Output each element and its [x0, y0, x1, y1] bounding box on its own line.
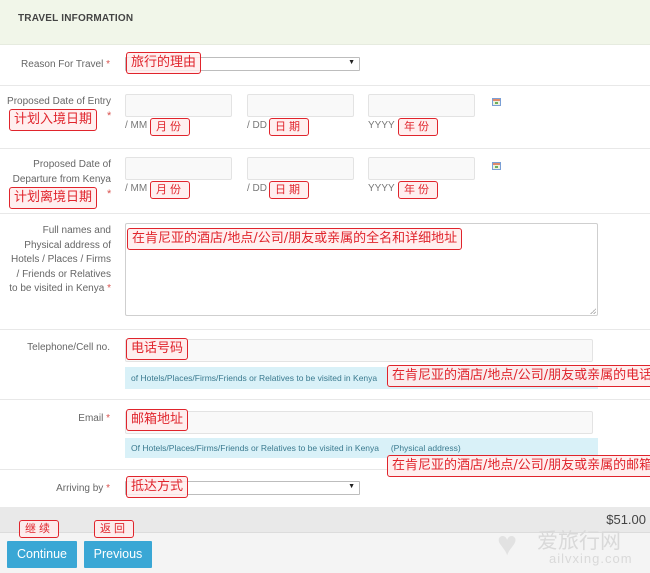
departure-month-sub: / MM: [125, 183, 148, 194]
dropdown-arrow-icon: ▼: [348, 59, 355, 66]
arriving-annotation: 抵达方式: [126, 476, 189, 498]
heart-logo-icon: ♥: [497, 525, 518, 563]
arriving-row: Arriving by * ▼ 抵达方式: [0, 470, 650, 507]
departure-date-annotation: 计划离境日期: [9, 187, 98, 209]
entry-date-annotation: 计划入境日期: [9, 109, 98, 131]
email-row: Email * 邮箱地址 Of Hotels/Places/Firms/Frie…: [0, 400, 650, 477]
calendar-icon[interactable]: [492, 162, 501, 170]
arriving-label: Arriving by *: [56, 483, 110, 494]
entry-date-label: Proposed Date of Entry: [7, 96, 111, 107]
entry-month-annotation: 月份: [150, 118, 190, 136]
required-marker: *: [106, 483, 110, 494]
entry-year-sub: YYYY: [368, 120, 395, 131]
entry-day-annotation: 日期: [269, 118, 309, 136]
departure-year-sub: YYYY: [368, 183, 395, 194]
required-marker: *: [107, 110, 112, 122]
email-input[interactable]: [125, 411, 593, 434]
departure-month-input[interactable]: [125, 157, 232, 180]
departure-year-annotation: 年份: [398, 181, 438, 199]
required-marker: *: [106, 59, 110, 70]
reason-row: Reason For Travel * ▼ 旅行的理由: [0, 45, 650, 86]
entry-year-input[interactable]: [368, 94, 475, 117]
telephone-annotation: 电话号码: [126, 338, 189, 360]
dropdown-arrow-icon: ▼: [348, 483, 355, 490]
entry-year-annotation: 年份: [398, 118, 438, 136]
entry-day-input[interactable]: [247, 94, 354, 117]
departure-month-annotation: 月份: [150, 181, 190, 199]
departure-day-annotation: 日期: [269, 181, 309, 199]
calendar-icon[interactable]: [492, 98, 501, 106]
section-header: TRAVEL INFORMATION: [0, 0, 650, 45]
departure-day-sub: / DD: [247, 183, 267, 194]
email-annotation: 邮箱地址: [126, 409, 189, 431]
continue-button[interactable]: Continue: [7, 541, 77, 568]
previous-annotation: 返回: [94, 520, 134, 538]
departure-date-row: Proposed Date of Departure from Kenya * …: [0, 149, 650, 214]
telephone-row: Telephone/Cell no. 电话号码 of Hotels/Places…: [0, 330, 650, 400]
reason-annotation: 旅行的理由: [126, 52, 202, 74]
section-title: TRAVEL INFORMATION: [18, 13, 134, 24]
departure-date-label: Proposed Date of Departure from Kenya: [12, 159, 111, 185]
telephone-label: Telephone/Cell no.: [27, 342, 110, 353]
entry-date-row: Proposed Date of Entry * 计划入境日期 / MM 月份 …: [0, 86, 650, 149]
address-annotation: 在肯尼亚的酒店/地点/公司/朋友或亲属的全名和详细地址: [127, 228, 463, 250]
telephone-help-annotation: 在肯尼亚的酒店/地点/公司/朋友或亲属的电话: [387, 365, 650, 387]
required-marker: *: [107, 188, 112, 200]
address-row: Full names and Physical address of Hotel…: [0, 214, 650, 330]
email-label: Email *: [78, 413, 110, 424]
entry-month-sub: / MM: [125, 120, 148, 131]
continue-annotation: 继续: [19, 520, 59, 538]
departure-day-input[interactable]: [247, 157, 354, 180]
entry-day-sub: / DD: [247, 120, 267, 131]
reason-label: Reason For Travel *: [21, 59, 110, 70]
entry-month-input[interactable]: [125, 94, 232, 117]
resize-handle-icon[interactable]: [590, 308, 596, 314]
previous-button[interactable]: Previous: [84, 541, 152, 568]
departure-year-input[interactable]: [368, 157, 475, 180]
watermark-text-en: ailvxing.com: [549, 551, 633, 566]
required-marker: *: [107, 283, 111, 294]
address-label: Full names and Physical address of Hotel…: [9, 225, 111, 294]
telephone-input[interactable]: [125, 339, 593, 362]
required-marker: *: [106, 413, 110, 424]
